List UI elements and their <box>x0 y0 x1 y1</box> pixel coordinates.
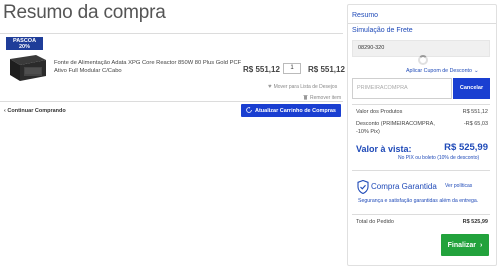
order-total-value: R$ 525,99 <box>462 219 488 225</box>
finalize-label: Finalizar <box>447 241 477 249</box>
header-divider <box>0 33 343 34</box>
cash-price-value: R$ 525,99 <box>444 142 488 153</box>
pix-discount-note: No PIX ou boleto (10% de desconto) <box>398 155 480 161</box>
finalize-button[interactable]: Finalizar › <box>441 234 489 256</box>
shield-check-icon <box>357 180 369 194</box>
discount-value: -R$ 65,03 <box>463 121 488 127</box>
shipping-heading: Simulação de Frete <box>352 27 413 34</box>
continue-shopping-link[interactable]: ‹ Continuar Comprando <box>4 108 66 114</box>
promo-badge: PASCOA 20% <box>6 37 43 50</box>
chevron-down-icon: ⌄ <box>473 68 479 74</box>
summary-divider <box>348 23 496 24</box>
loading-spinner-icon <box>418 55 428 65</box>
guarantee-text: Segurança e satisfação garantidas além d… <box>358 198 479 204</box>
coupon-toggle-label: Aplicar Cupom de Desconto <box>406 68 472 74</box>
discount-label: Desconto (PRIMEIRACOMPRA, -10% Pix) <box>356 121 435 135</box>
apply-coupon-toggle[interactable]: Aplicar Cupom de Desconto ⌄ <box>406 68 478 74</box>
policies-link[interactable]: Ver políticas <box>445 183 472 189</box>
heart-icon: ♥ <box>268 84 272 90</box>
products-value: R$ 551,12 <box>462 109 488 115</box>
guarantee-divider <box>352 170 490 171</box>
guarantee-title: Compra Garantida <box>371 182 437 191</box>
cart-divider <box>0 101 343 102</box>
move-wishlist-label: Mover para Lista de Desejos <box>273 84 338 90</box>
promo-badge-percent: 20% <box>18 44 30 50</box>
summary-heading: Resumo <box>352 12 379 19</box>
update-cart-label: Atualizar Carrinho de Compras <box>255 107 336 114</box>
unit-price: R$ 551,12 <box>243 65 280 74</box>
line-total: R$ 551,12 <box>308 65 345 74</box>
move-to-wishlist-link[interactable]: ♥ Mover para Lista de Desejos <box>268 84 337 90</box>
chevron-left-icon: ‹ <box>4 108 6 114</box>
chevron-right-icon: › <box>480 241 483 249</box>
product-name[interactable]: Fonte de Alimentação Adata XPG Core Reac… <box>54 59 242 75</box>
continue-shopping-label: Continuar Comprando <box>7 108 66 114</box>
refresh-icon <box>246 106 252 115</box>
update-cart-button[interactable]: Atualizar Carrinho de Compras <box>241 104 341 117</box>
cash-price-label: Valor à vista: <box>356 144 412 154</box>
coupon-divider <box>352 104 490 105</box>
products-value-label: Valor dos Produtos <box>356 109 403 115</box>
product-image[interactable] <box>6 47 48 83</box>
coupon-input[interactable]: PRIMEIRACOMPRA <box>352 78 452 99</box>
cancel-coupon-button[interactable]: Cancelar <box>453 78 490 99</box>
order-total-label: Total do Pedido <box>356 219 394 225</box>
total-divider <box>352 214 490 215</box>
quantity-input[interactable]: 1 <box>283 63 301 74</box>
page-title: Resumo da compra <box>3 2 166 23</box>
